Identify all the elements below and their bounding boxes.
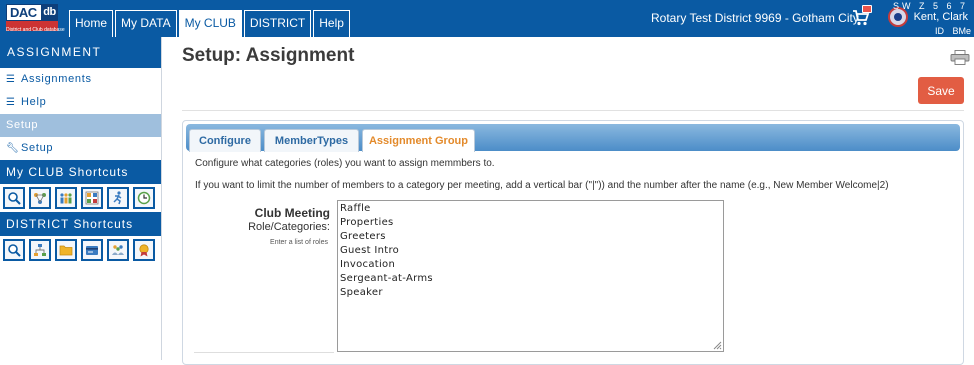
nav-tab-district[interactable]: DISTRICT (243, 10, 312, 37)
intro-text: Configure what categories (roles) you wa… (195, 158, 495, 169)
page-title: Setup: Assignment (182, 45, 355, 66)
nav-tab-my-club[interactable]: My CLUB (178, 10, 242, 37)
main-nav: Home My DATA My CLUB DISTRICT Help (69, 10, 352, 37)
district-shortcuts (0, 236, 161, 264)
sidebar-item-assignments[interactable]: ☰ Assignments (0, 68, 161, 91)
logo-mark: DAC (10, 5, 37, 20)
award-icon[interactable] (133, 239, 155, 261)
divider (182, 110, 964, 111)
nav-tab-help[interactable]: Help (313, 10, 350, 37)
members-icon[interactable] (55, 187, 77, 209)
resize-grip-icon[interactable] (712, 340, 722, 350)
sidebar: ASSIGNMENT NAVIGATION ☰ Assignments ☰ Help… (0, 37, 162, 360)
network-icon[interactable] (29, 187, 51, 209)
folder-icon[interactable] (55, 239, 77, 261)
nav-tab-home[interactable]: Home (69, 10, 114, 37)
list-icon: ☰ (6, 97, 16, 108)
notification-badge[interactable] (862, 5, 872, 13)
limit-note: If you want to limit the number of membe… (195, 180, 889, 191)
sidebar-selected-setup: Setup (0, 114, 161, 137)
sidebar-item-label: Help (21, 96, 47, 108)
tab-member-types[interactable]: MemberTypes (264, 129, 359, 152)
club-shortcuts-title: My CLUB Shortcuts (0, 160, 161, 184)
tab-bar: Configure MemberTypes Assignment Group (186, 124, 960, 152)
user-codes: SW Z 5 6 7 (892, 1, 968, 11)
logo-tagline: District and Club database (6, 27, 65, 33)
calendar-grid-icon[interactable] (81, 187, 103, 209)
district-shortcuts-title: DISTRICT Shortcuts (0, 212, 161, 236)
org-chart-icon[interactable] (29, 239, 51, 261)
sidebar-item-label: Assignments (21, 73, 92, 85)
tab-configure[interactable]: Configure (189, 129, 261, 152)
form-subtitle: Role/Categories: (248, 221, 330, 233)
sidebar-item-label: Setup (21, 142, 54, 154)
sidebar-item-setup[interactable]: 🔧︎ Setup (0, 137, 161, 160)
form-title: Club Meeting (254, 206, 330, 220)
clock-icon[interactable] (133, 187, 155, 209)
card-icon[interactable] (81, 239, 103, 261)
sidebar-nav-title: ASSIGNMENT NAVIGATION (0, 37, 161, 90)
tab-assignment-group[interactable]: Assignment Group (362, 129, 475, 152)
printer-icon[interactable] (950, 50, 970, 65)
user-name[interactable]: Kent, Clark (914, 11, 968, 23)
form-hint: Enter a list of roles (270, 239, 328, 246)
list-icon: ☰ (6, 74, 16, 85)
form-separator (194, 352, 334, 353)
group-icon[interactable] (107, 239, 129, 261)
wrench-icon: 🔧︎ (6, 143, 20, 154)
dacdb-logo[interactable]: DAC db District and Club database (6, 4, 65, 34)
search-icon[interactable] (3, 239, 25, 261)
roles-textarea[interactable]: Raffle Properties Greeters Guest Intro I… (337, 200, 724, 352)
top-bar: DAC db District and Club database Home M… (0, 0, 974, 37)
club-shortcuts (0, 184, 161, 212)
district-name: Rotary Test District 9969 - Gotham City (651, 11, 859, 25)
nav-tab-my-data[interactable]: My DATA (115, 10, 177, 37)
runner-icon[interactable] (107, 187, 129, 209)
search-icon[interactable] (3, 187, 25, 209)
save-button[interactable]: Save (918, 77, 964, 104)
user-id-links[interactable]: ID BMe (935, 26, 971, 36)
logo-badge: db (41, 5, 58, 20)
